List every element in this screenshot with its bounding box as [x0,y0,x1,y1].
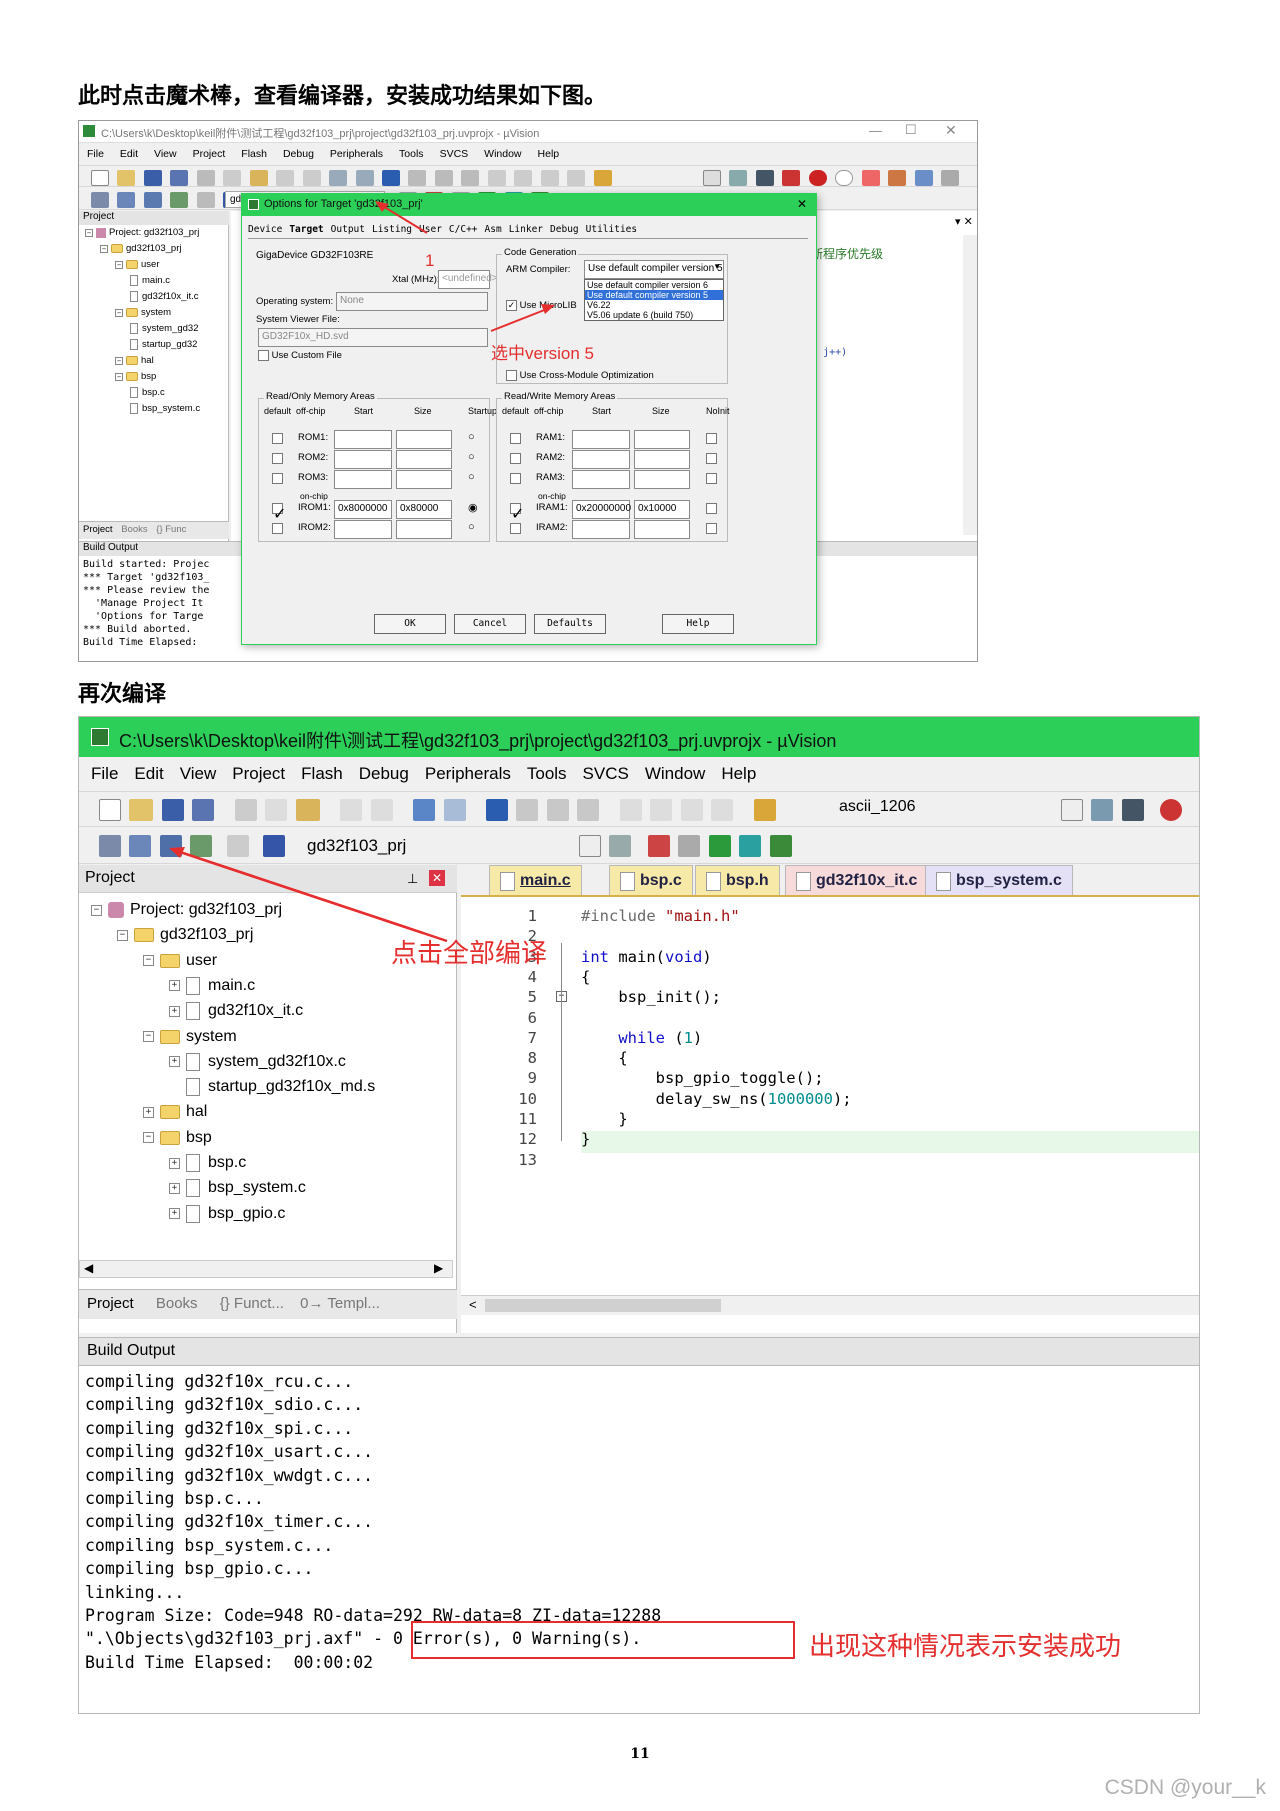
annotation-arrow-2 [169,847,448,943]
annotation-1: 1 [425,251,435,270]
heading-2: 再次编译 [78,681,167,707]
annotation-arrows-1 [375,201,555,332]
uvision-window-1: C:\Users\k\Desktop\keil附件\测试工程\gd32f103_… [78,120,978,662]
annotation-version-5: 选中version 5 [491,344,594,363]
uvision-window-2: C:\Users\k\Desktop\keil附件\测试工程\gd32f103_… [78,716,1200,1714]
page-number: 11 [630,1746,650,1762]
annotation-compile-all: 点击全部编译 [391,938,548,968]
watermark: CSDN @your__k [1104,1776,1266,1799]
heading-1: 此时点击魔术棒，查看编译器，安装成功结果如下图。 [78,83,607,109]
